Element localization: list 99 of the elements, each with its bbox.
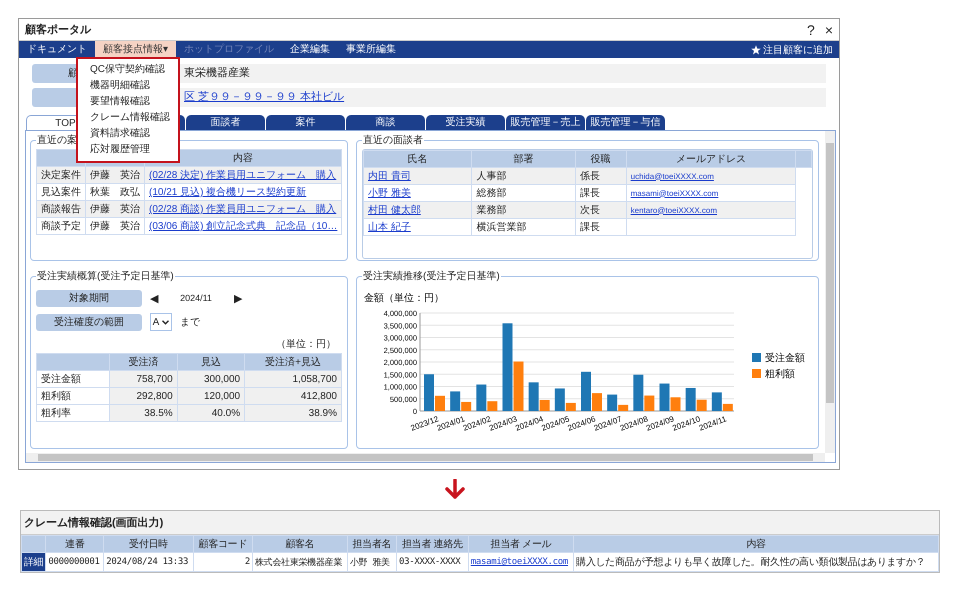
table-header: 顧客コード xyxy=(193,536,252,552)
legend-label: 粗利額 xyxy=(765,369,795,380)
table-cell: 300,000 xyxy=(177,370,245,388)
tab[interactable]: 受注実績 xyxy=(426,115,505,130)
email-link[interactable]: kentaro@toeiXXXX.com xyxy=(630,206,718,214)
email-link[interactable]: masami@toeiXXXX.com xyxy=(630,188,718,198)
next-button[interactable]: ▶ xyxy=(234,292,242,304)
table-header: 顧客名 xyxy=(252,536,348,552)
table-cell: 1,058,700 xyxy=(244,370,342,388)
table-header: 受付日時 xyxy=(104,536,194,552)
table-cell: 412,800 xyxy=(244,388,342,404)
email-link[interactable]: masami@toeiXXXX.com xyxy=(470,557,568,567)
previous-button[interactable]: ◀ xyxy=(150,292,158,304)
table-header: 担当者名 xyxy=(347,536,396,552)
table-header: 受注済+見込 xyxy=(244,354,342,370)
table-cell: 人事部 xyxy=(472,168,576,184)
menu-item[interactable]: ドキュメント xyxy=(19,41,95,58)
table-cell: 次長 xyxy=(575,202,626,218)
axis-title: 金額（単位：円） xyxy=(364,293,444,304)
table-header: 役職 xyxy=(575,150,626,168)
table-cell: 受注金額 xyxy=(36,370,110,388)
favorite-link[interactable]: 注目顧客に追加 xyxy=(763,42,833,56)
contact-link[interactable]: 山本 紀子 xyxy=(368,222,411,233)
window-title: 顧客ポータル xyxy=(25,22,92,37)
menu-item[interactable]: 事業所編集 xyxy=(338,41,404,58)
panel-title: 受注実績概算(受注予定日基準) xyxy=(36,270,175,283)
table-cell: 決定案件 xyxy=(36,166,86,184)
table-cell: 2 xyxy=(193,552,252,572)
table-cell: 伊藤 英治 xyxy=(86,200,144,218)
deal-link[interactable]: (03/06 商談) 創立記念式典 記念品（10… xyxy=(149,221,338,232)
table-cell: 292,800 xyxy=(110,388,178,404)
table-header: 担当者 メール xyxy=(468,536,574,552)
legend-swatch xyxy=(752,353,761,362)
scrollbar[interactable] xyxy=(26,453,825,462)
table-cell: 2024/08/24 13:33 xyxy=(104,552,194,572)
table-cell: 758,700 xyxy=(110,370,178,388)
menu-option[interactable]: 要望情報確認 xyxy=(78,94,178,110)
panel-title: 直近の案 xyxy=(36,134,78,147)
table-header: メールアドレス xyxy=(626,150,796,168)
table-header: 部署 xyxy=(472,150,576,168)
star-icon xyxy=(751,44,761,54)
table-cell: 横浜営業部 xyxy=(472,218,576,236)
range-select[interactable]: A xyxy=(150,313,172,331)
panel-title: 直近の面談者 xyxy=(362,134,424,147)
tab[interactable]: 面談者 xyxy=(186,115,265,130)
table-cell: 業務部 xyxy=(472,202,576,218)
table-cell: 伊藤 英治 xyxy=(86,166,144,184)
contact-link[interactable]: 小野 雅美 xyxy=(368,188,411,199)
table-cell: 小野 雅美 xyxy=(347,552,396,572)
period-text: 2024/11 xyxy=(179,293,213,303)
table-cell: 38.9% xyxy=(244,404,342,422)
table-header: 内容 xyxy=(574,536,938,552)
panel-title: 受注実績推移(受注予定日基準) xyxy=(362,270,501,283)
scrollbar[interactable] xyxy=(825,131,835,453)
close-button[interactable]: × xyxy=(824,22,833,36)
address-link[interactable]: 区 芝９９－９９－９９ 本社ビル xyxy=(184,91,344,103)
table-cell: 係長 xyxy=(575,168,626,184)
table-cell: 120,000 xyxy=(177,388,245,404)
table-cell: 03-XXXX-XXXX xyxy=(396,552,468,572)
range-button[interactable]: 受注確度の範囲 xyxy=(36,314,142,330)
contact-link[interactable]: 村田 健太郎 xyxy=(368,205,421,216)
table-header: 見込 xyxy=(177,354,245,370)
table-cell: 商談報告 xyxy=(36,200,86,218)
arrow-down-icon xyxy=(444,479,466,501)
tab[interactable]: 販売管理－与信 xyxy=(586,115,665,130)
deal-link[interactable]: (10/21 見込) 複合機リース契約更新 xyxy=(149,187,306,198)
tab[interactable]: 商談 xyxy=(346,115,425,130)
email-link[interactable]: uchida@toeiXXXX.com xyxy=(630,172,714,180)
table-cell: 株式会社東栄機器産業 xyxy=(252,552,348,572)
menu-item[interactable]: 顧客接点情報▾ xyxy=(95,41,176,58)
help-button[interactable]: ? xyxy=(807,22,815,36)
contact-link[interactable]: 内田 貴司 xyxy=(368,171,411,182)
table-cell: 粗利率 xyxy=(36,404,110,422)
deal-link[interactable]: (02/28 決定) 作業員用ユニフォーム 購入 xyxy=(149,170,336,181)
panel-title: クレーム情報確認(画面出力) xyxy=(24,517,164,529)
legend-label: 受注金額 xyxy=(765,353,805,364)
chevron-down-icon xyxy=(162,320,170,324)
table-cell: 0000000001 xyxy=(46,552,104,572)
legend-swatch xyxy=(752,369,761,378)
tab[interactable]: 案件 xyxy=(266,115,345,130)
menu-item[interactable]: 企業編集 xyxy=(282,41,338,58)
tab[interactable]: 販売管理－売上 xyxy=(506,115,585,130)
table-header: 氏名 xyxy=(364,150,472,168)
table-header: 担当者 連絡先 xyxy=(396,536,468,552)
table-cell: 購入した商品が予想よりも早く故障した。耐久性の高い類似製品はありますか？ xyxy=(574,552,938,572)
field-value: 東栄機器産業 xyxy=(184,67,250,79)
detail-button[interactable]: 詳細 xyxy=(22,553,46,571)
table-cell: 課長 xyxy=(575,218,626,236)
range-suffix: まで xyxy=(180,316,200,329)
deal-link[interactable]: (02/28 商談) 作業員用ユニフォーム 購入 xyxy=(149,204,336,215)
table-cell: 商談予定 xyxy=(36,218,86,234)
table-cell: 40.0% xyxy=(177,404,245,422)
unit-text: （単位：円） xyxy=(276,339,336,350)
table-header: 受注済 xyxy=(110,354,178,370)
table-cell: 伊藤 英治 xyxy=(86,218,144,234)
table-header: 連番 xyxy=(46,536,104,552)
table-cell: 38.5% xyxy=(110,404,178,422)
table-cell: 粗利額 xyxy=(36,388,110,404)
period-button[interactable]: 対象期間 xyxy=(36,290,142,306)
